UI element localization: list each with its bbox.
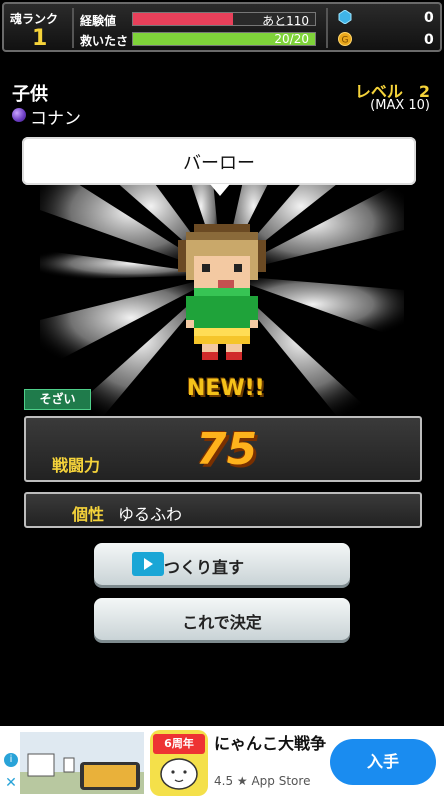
- combat-power-panel: 戦闘力 75: [24, 416, 422, 482]
- ad-screenshot: [20, 732, 144, 794]
- owner-name: コナン: [30, 109, 81, 129]
- soul-rank-value: 1: [32, 26, 48, 51]
- divider: [326, 8, 328, 48]
- bubble-tail: [210, 184, 230, 196]
- trait-value: ゆるふわ: [118, 505, 183, 524]
- ad-banner[interactable]: i ✕ 6周年 にゃんこ大戦争 4.5 ★ App Store 入手: [0, 726, 444, 800]
- soul-rank-label: 魂ランク: [10, 12, 59, 26]
- ad-app-icon: 6周年: [150, 730, 208, 796]
- svg-text:G: G: [342, 36, 349, 46]
- combat-power-value: 75: [196, 424, 258, 475]
- owner-orb-icon: [12, 108, 26, 122]
- exp-bar-fill: [133, 13, 234, 25]
- level-max: (MAX 10): [370, 98, 430, 113]
- status-bar: 魂ランク 1 経験値 あと110 救いたさ 20/20 0 G 0: [2, 2, 442, 52]
- exp-label: 経験値: [80, 14, 117, 28]
- remake-button[interactable]: つくり直す: [94, 543, 350, 585]
- character-sprite: [178, 224, 266, 360]
- ad-install-button[interactable]: 入手: [330, 739, 436, 785]
- confirm-button[interactable]: これで決定: [94, 598, 350, 640]
- gem-count: 0: [424, 10, 434, 26]
- trait-label: 個性: [72, 505, 105, 524]
- divider: [72, 8, 74, 48]
- exp-remaining: あと110: [262, 14, 309, 28]
- material-tag: そざい: [24, 389, 91, 410]
- ad-info-icon[interactable]: i: [4, 753, 18, 767]
- soul-rank: 魂ランク 1: [10, 8, 72, 51]
- exp-bar: あと110: [132, 12, 316, 28]
- character-name: バーロー: [183, 153, 255, 174]
- confirm-button-label: これで決定: [182, 613, 262, 632]
- trait-panel: 個性 ゆるふわ: [24, 492, 422, 528]
- remake-button-label: つくり直す: [164, 558, 245, 577]
- rescue-label: 救いたさ: [80, 34, 129, 48]
- coin-count: 0: [424, 32, 434, 48]
- gem-icon: [338, 10, 352, 24]
- video-play-icon: [132, 552, 164, 576]
- name-bubble: バーロー: [22, 137, 416, 185]
- rescue-value: 20/20: [274, 32, 309, 46]
- ad-rating: 4.5 ★ App Store: [214, 774, 311, 788]
- ad-title: にゃんこ大戦争: [214, 734, 327, 753]
- ad-close-icon[interactable]: ✕: [4, 776, 18, 790]
- new-badge: NEW!!: [187, 376, 265, 401]
- combat-power-label: 戦闘力: [52, 456, 101, 475]
- coin-icon: G: [338, 32, 352, 46]
- rescue-bar: 20/20: [132, 32, 316, 46]
- category-title: 子供: [12, 84, 48, 105]
